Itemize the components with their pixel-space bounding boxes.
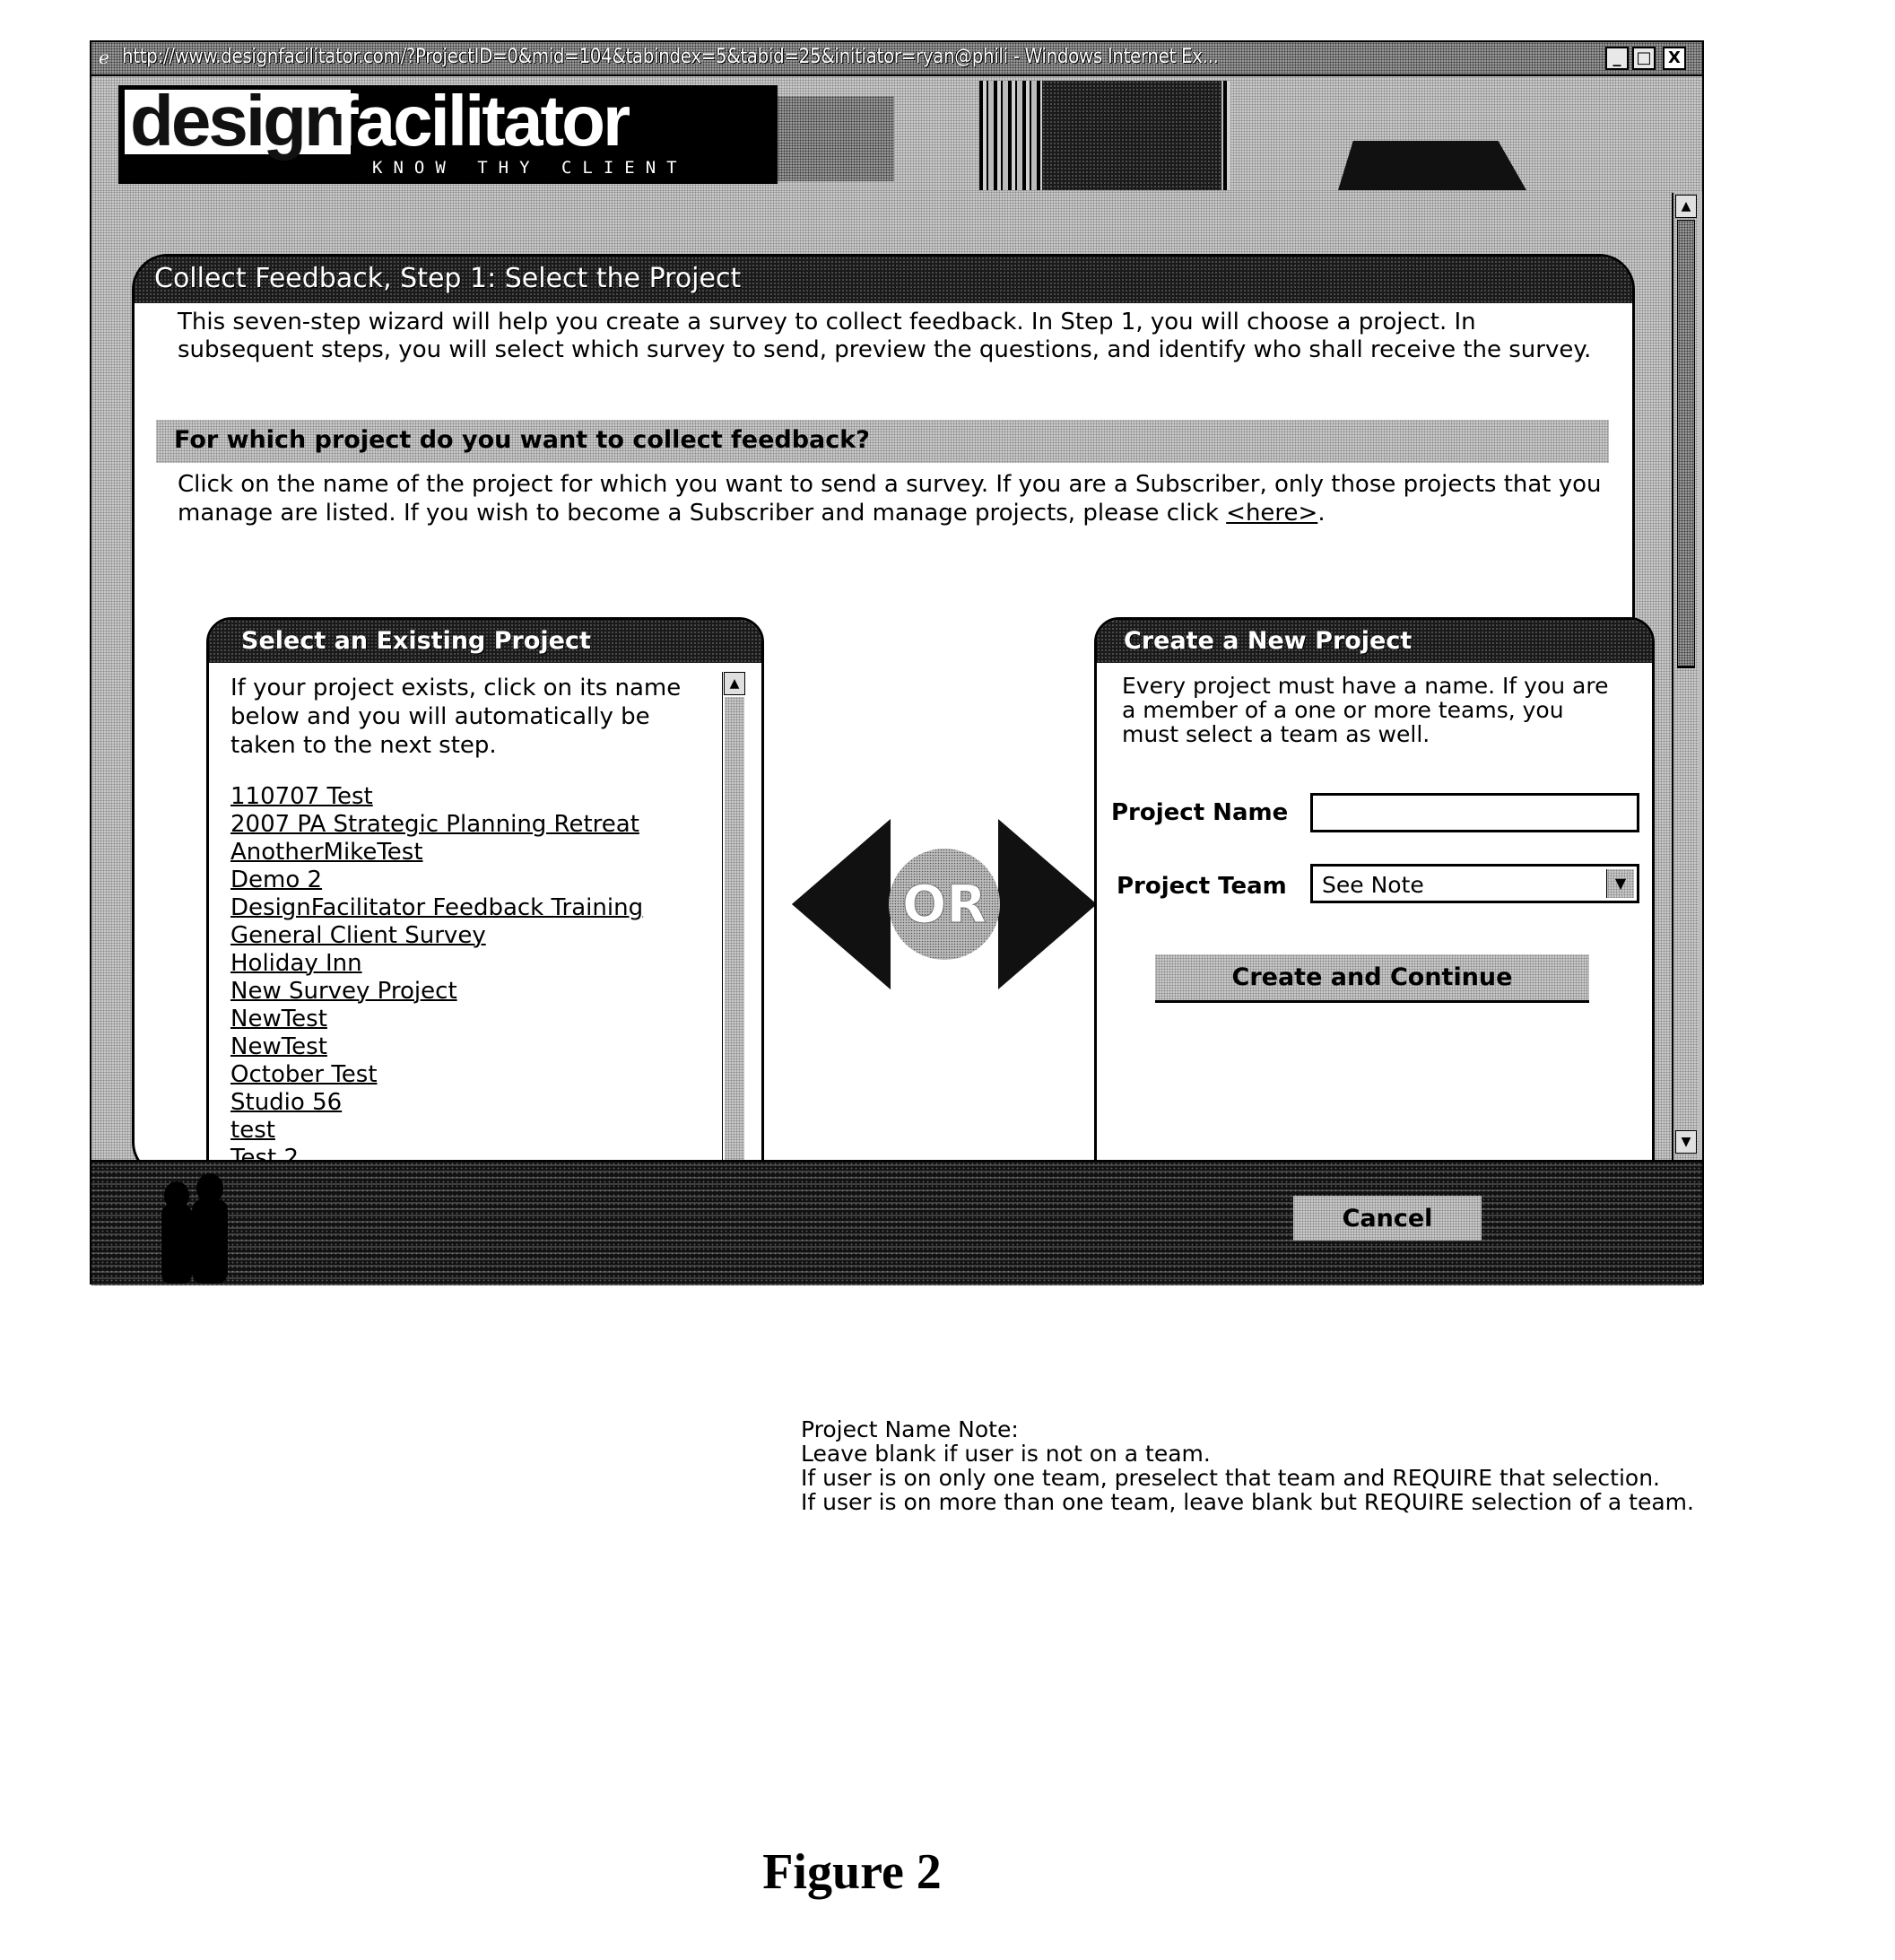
logo-text-facilitator: facilitator [335, 81, 630, 161]
project-list-item: AnotherMikeTest [230, 839, 706, 867]
instruction-text-end: . [1317, 500, 1326, 527]
subscriber-link[interactable]: <here> [1226, 500, 1317, 527]
footer-people-silhouette-image [161, 1173, 228, 1284]
browser-window: ℯ http://www.designfacilitator.com/?Proj… [90, 40, 1704, 1285]
project-link[interactable]: NewTest [230, 1033, 327, 1060]
project-link[interactable]: General Client Survey [230, 922, 486, 949]
project-link[interactable]: Holiday Inn [230, 950, 362, 977]
project-link[interactable]: AnotherMikeTest [230, 839, 423, 866]
new-project-panel: Create a New Project Every project must … [1094, 617, 1655, 1216]
project-list-item: General Client Survey [230, 922, 706, 950]
project-link[interactable]: October Test [230, 1061, 378, 1088]
logo-text-design: design [125, 85, 351, 157]
new-project-description: Every project must have a name. If you a… [1122, 673, 1609, 747]
project-link[interactable]: DesignFacilitator Feedback Training [230, 894, 643, 921]
site-banner: design facilitator KNOW THY CLIENT [91, 76, 1702, 191]
project-link[interactable]: NewTest [230, 1006, 327, 1032]
project-list-item: Demo 2 [230, 867, 706, 894]
project-list-item: October Test [230, 1061, 706, 1089]
section-heading: For which project do you want to collect… [174, 426, 870, 454]
chevron-down-icon[interactable]: ▼ [1606, 869, 1634, 898]
question-bar: For which project do you want to collect… [156, 420, 1609, 463]
instruction-text-body: Click on the name of the project for whi… [178, 471, 1602, 527]
close-button[interactable]: X [1663, 47, 1686, 70]
banner-building-image [1042, 81, 1221, 190]
project-list-scrollbar[interactable]: ▲ ▼ [722, 672, 747, 1194]
project-list-item: DesignFacilitator Feedback Training [230, 894, 706, 922]
note-line: If user is on only one team, preselect t… [801, 1465, 1661, 1491]
intro-text: This seven-step wizard will help you cre… [178, 309, 1592, 363]
project-list: 110707 Test 2007 PA Strategic Planning Re… [230, 783, 706, 1200]
note-heading: Project Name Note: [801, 1416, 1019, 1442]
scroll-up-icon[interactable]: ▲ [724, 672, 745, 695]
project-list-item: NewTest [230, 1033, 706, 1061]
instruction-text: Click on the name of the project for whi… [178, 470, 1612, 527]
project-list-item: test [230, 1117, 706, 1145]
title-bar: ℯ http://www.designfacilitator.com/?Proj… [91, 42, 1702, 76]
new-project-title: Create a New Project [1124, 627, 1413, 655]
figure-caption: Figure 2 [762, 1844, 942, 1900]
project-list-item: 2007 PA Strategic Planning Retreat [230, 811, 706, 839]
scrollbar-track[interactable] [725, 697, 744, 1167]
existing-project-title: Select an Existing Project [241, 627, 591, 655]
page-scrollbar[interactable]: ▲ ▼ [1672, 193, 1699, 1160]
cancel-button[interactable]: Cancel [1293, 1196, 1482, 1241]
project-team-select[interactable]: See Note ▼ [1310, 864, 1639, 903]
scroll-down-icon[interactable]: ▼ [1675, 1130, 1697, 1154]
project-link[interactable]: Studio 56 [230, 1089, 342, 1116]
project-link[interactable]: test [230, 1117, 275, 1144]
project-team-label: Project Team [1117, 873, 1287, 900]
create-and-continue-button[interactable]: Create and Continue [1155, 954, 1589, 1003]
ie-browser-icon: ℯ [99, 47, 109, 68]
project-name-input[interactable] [1310, 793, 1639, 832]
project-team-value: See Note [1322, 872, 1424, 898]
maximize-button[interactable]: □ [1632, 47, 1656, 70]
banner-building-image [1338, 141, 1526, 190]
existing-project-header: Select an Existing Project [209, 620, 761, 663]
banner-building-image [778, 96, 894, 181]
new-project-header: Create a New Project [1097, 620, 1652, 663]
project-link[interactable]: 110707 Test [230, 783, 373, 810]
left-arrow-icon [792, 819, 891, 989]
site-logo[interactable]: design facilitator KNOW THY CLIENT [118, 85, 778, 184]
minimize-button[interactable]: _ [1605, 47, 1629, 70]
project-list-item: 110707 Test [230, 783, 706, 811]
page-title: Collect Feedback, Step 1: Select the Pro… [154, 263, 742, 294]
wizard-header: Collect Feedback, Step 1: Select the Pro… [135, 257, 1632, 303]
note-line: Leave blank if user is not on a team. [801, 1441, 1211, 1467]
existing-project-panel: Select an Existing Project If your proje… [206, 617, 764, 1216]
or-label: OR [902, 874, 987, 935]
scroll-up-icon[interactable]: ▲ [1675, 195, 1697, 218]
footer-bar: Cancel [91, 1160, 1702, 1285]
project-name-label: Project Name [1111, 799, 1289, 826]
window-title: http://www.designfacilitator.com/?Projec… [122, 46, 1219, 68]
project-list-item: NewTest [230, 1006, 706, 1033]
project-name-note: Project Name Note: Leave blank if user is… [801, 1417, 1694, 1514]
existing-project-description: If your project exists, click on its nam… [230, 675, 682, 759]
scrollbar-thumb[interactable] [1677, 220, 1695, 668]
project-list-item: Studio 56 [230, 1089, 706, 1117]
content-area: Collect Feedback, Step 1: Select the Pro… [91, 191, 1674, 1216]
or-divider-graphic: OR [792, 819, 1097, 989]
project-link[interactable]: Demo 2 [230, 867, 322, 893]
wizard-panel: Collect Feedback, Step 1: Select the Pro… [132, 254, 1655, 1216]
right-arrow-icon [998, 819, 1097, 989]
project-link[interactable]: New Survey Project [230, 978, 457, 1005]
project-list-item: Holiday Inn [230, 950, 706, 978]
logo-tagline: KNOW THY CLIENT [372, 158, 688, 178]
project-link[interactable]: 2007 PA Strategic Planning Retreat [230, 811, 639, 838]
project-list-item: New Survey Project [230, 978, 706, 1006]
note-line: If user is on more than one team, leave … [801, 1489, 1694, 1515]
